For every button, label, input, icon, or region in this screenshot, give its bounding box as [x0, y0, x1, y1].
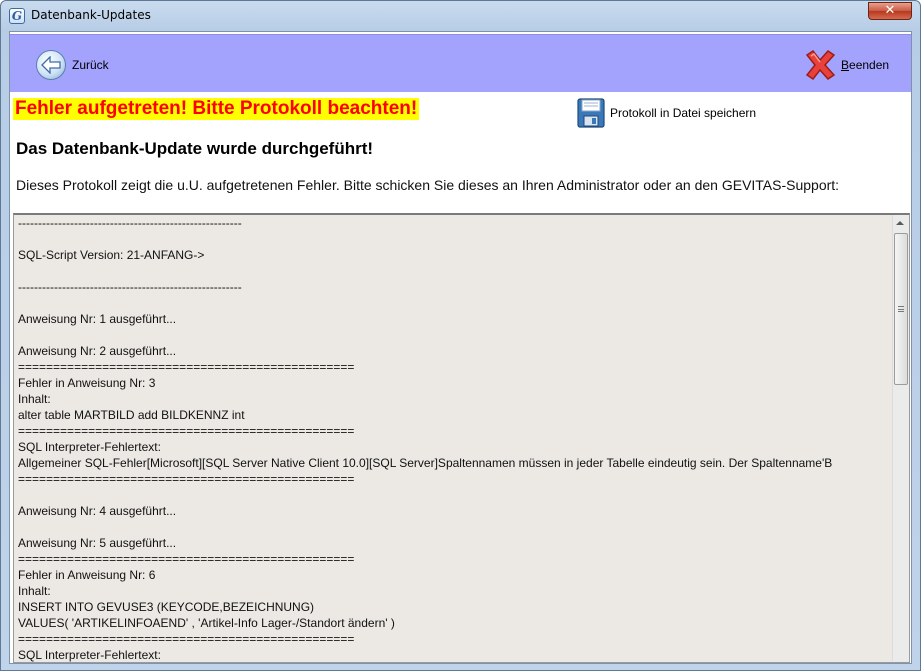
red-x-icon [805, 49, 836, 81]
quit-button[interactable]: Beenden [803, 49, 889, 81]
log-line: Fehler in Anweisung Nr: 6 [18, 568, 156, 582]
toolbar: Zurück Beenden [10, 34, 911, 92]
log-line: Inhalt: [18, 584, 51, 598]
result-heading: Das Datenbank-Update wurde durchgeführt! [16, 139, 374, 158]
log-line: SQL Interpreter-Fehlertext: [18, 440, 161, 454]
grip-icon [898, 306, 904, 312]
log-line: ========================================… [18, 632, 355, 646]
protocol-log[interactable]: ----------------------------------------… [13, 213, 910, 663]
title-bar[interactable]: G Datenbank-Updates ✕ [1, 1, 920, 31]
log-line: Anweisung Nr: 5 ausgeführt... [18, 536, 177, 550]
app-icon: G [9, 8, 25, 24]
window-title: Datenbank-Updates [31, 8, 151, 22]
log-line: Inhalt: [18, 392, 51, 406]
back-arrow-icon [36, 50, 66, 80]
log-line: alter table MARTBILD add BILDKENNZ int [18, 408, 245, 422]
log-line: ========================================… [18, 424, 355, 438]
log-line: Fehler in Anweisung Nr: 3 [18, 376, 156, 390]
window-close-button[interactable]: ✕ [868, 2, 912, 20]
save-log-label: Protokoll in Datei speichern [610, 106, 757, 120]
log-line: INSERT INTO GEVUSE3 (KEYCODE,BEZEICHNUNG… [18, 600, 315, 614]
log-line: SQL-Script Version: 21-ANFANG-> [18, 248, 205, 262]
log-line: ========================================… [18, 360, 355, 374]
client-area: Zurück Beenden Fehler aufgetreten! Bitte… [9, 31, 912, 664]
scrollbar-thumb[interactable] [894, 233, 908, 385]
quit-button-label: Beenden [841, 58, 890, 72]
close-icon: ✕ [884, 3, 896, 18]
save-log-button[interactable]: Protokoll in Datei speichern [577, 98, 756, 128]
scroll-up-arrow-icon[interactable] [896, 221, 904, 225]
log-lines: ----------------------------------------… [18, 215, 890, 662]
log-line: VALUES( 'ARTIKELINFOAEND' , 'Artikel-Inf… [18, 616, 395, 630]
intro-text: Dieses Protokoll zeigt die u.U. aufgetre… [16, 177, 840, 193]
log-line: Anweisung Nr: 4 ausgeführt... [18, 504, 177, 518]
log-line: ----------------------------------------… [18, 216, 242, 230]
log-line: Allgemeiner SQL-Fehler[Microsoft][SQL Se… [18, 456, 833, 470]
error-banner: Fehler aufgetreten! Bitte Protokoll beac… [13, 98, 420, 120]
back-button-label: Zurück [72, 58, 109, 72]
log-line: ========================================… [18, 472, 355, 486]
log-line: ----------------------------------------… [18, 280, 242, 294]
log-line: Anweisung Nr: 2 ausgeführt... [18, 344, 177, 358]
back-button[interactable]: Zurück [36, 49, 109, 81]
floppy-disk-icon [577, 98, 605, 128]
vertical-scrollbar[interactable] [892, 215, 909, 661]
log-line: ========================================… [18, 552, 355, 566]
log-line: SQL Interpreter-Fehlertext: [18, 648, 161, 662]
app-window: G Datenbank-Updates ✕ Zurück Beenden Feh… [0, 0, 921, 671]
log-line: Anweisung Nr: 1 ausgeführt... [18, 312, 177, 326]
